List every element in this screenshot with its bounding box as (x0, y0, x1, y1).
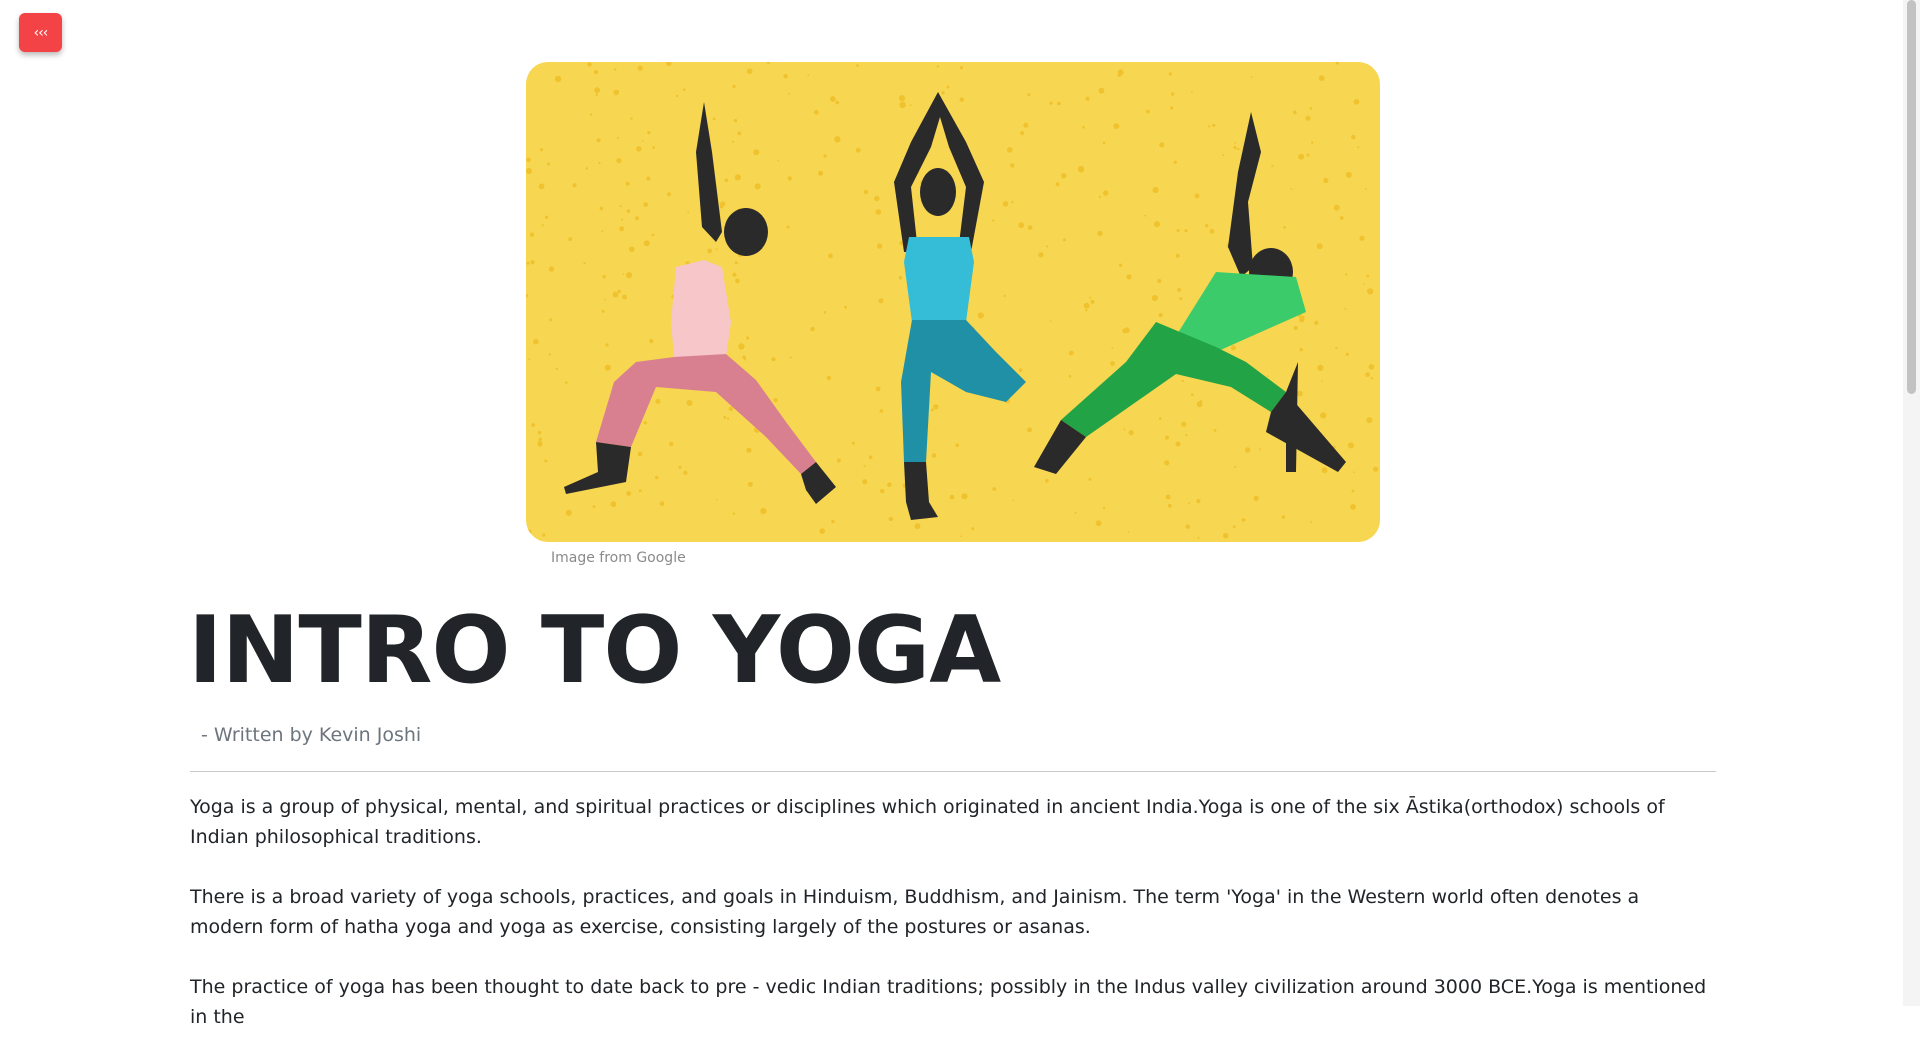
image-caption: Image from Google (551, 550, 686, 566)
page-scrollbar[interactable] (1903, 0, 1920, 1006)
yoga-poses-illustration (526, 62, 1380, 542)
hero-image (526, 62, 1380, 542)
divider (190, 771, 1716, 772)
article-body: Yoga is a group of physical, mental, and… (190, 792, 1716, 1062)
page-title: INTRO TO YOGA (188, 596, 1001, 704)
paragraph: The practice of yoga has been thought to… (190, 976, 1707, 1028)
paragraph: Yoga is a group of physical, mental, and… (190, 796, 1665, 848)
paragraph: There is a broad variety of yoga schools… (190, 886, 1640, 938)
scrollbar-thumb[interactable] (1907, 0, 1916, 394)
back-button[interactable]: ‹‹‹ (19, 13, 62, 52)
author-byline: - Written by Kevin Joshi (201, 724, 422, 746)
